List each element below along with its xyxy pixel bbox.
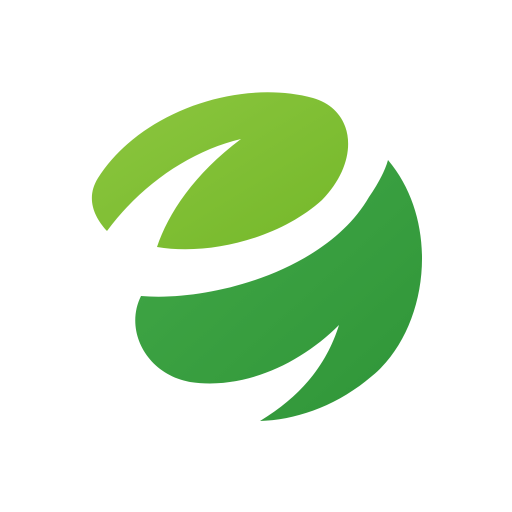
app-icon-canvas	[0, 0, 512, 512]
upper-leaf-shape	[91, 92, 349, 250]
green-leaf-logo-icon	[91, 92, 423, 421]
